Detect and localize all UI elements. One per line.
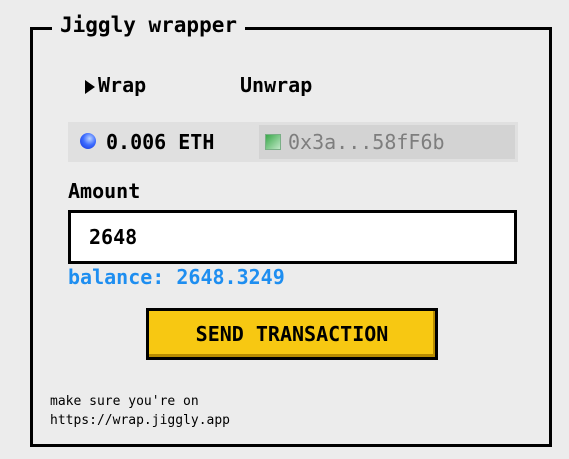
note-line-1: make sure you're on [50,394,199,409]
balance-link[interactable]: balance: 2648.3249 [68,264,285,290]
security-note: make sure you're on https://wrap.jiggly.… [50,392,230,430]
selected-arrow-icon [85,79,95,94]
send-transaction-button[interactable]: SEND TRANSACTION [146,308,438,360]
eth-amount: 0.006 ETH [106,130,215,154]
tab-unwrap[interactable]: Unwrap [240,70,312,100]
tab-unwrap-label: Unwrap [240,73,313,97]
amount-label: Amount [68,179,141,203]
wallet-address: 0x3a...58fF6b [288,130,445,154]
tab-wrap-label: Wrap [98,73,147,97]
app-title: Jiggly wrapper [52,10,246,40]
note-line-2: https://wrap.jiggly.app [50,413,231,428]
eth-coin-icon [80,133,96,149]
amount-input[interactable]: 2648 [68,210,517,264]
identicon-icon [265,134,281,150]
amount-input-value: 2648 [89,225,138,249]
send-transaction-label: SEND TRANSACTION [195,322,389,346]
tab-wrap[interactable]: Wrap [85,70,146,100]
